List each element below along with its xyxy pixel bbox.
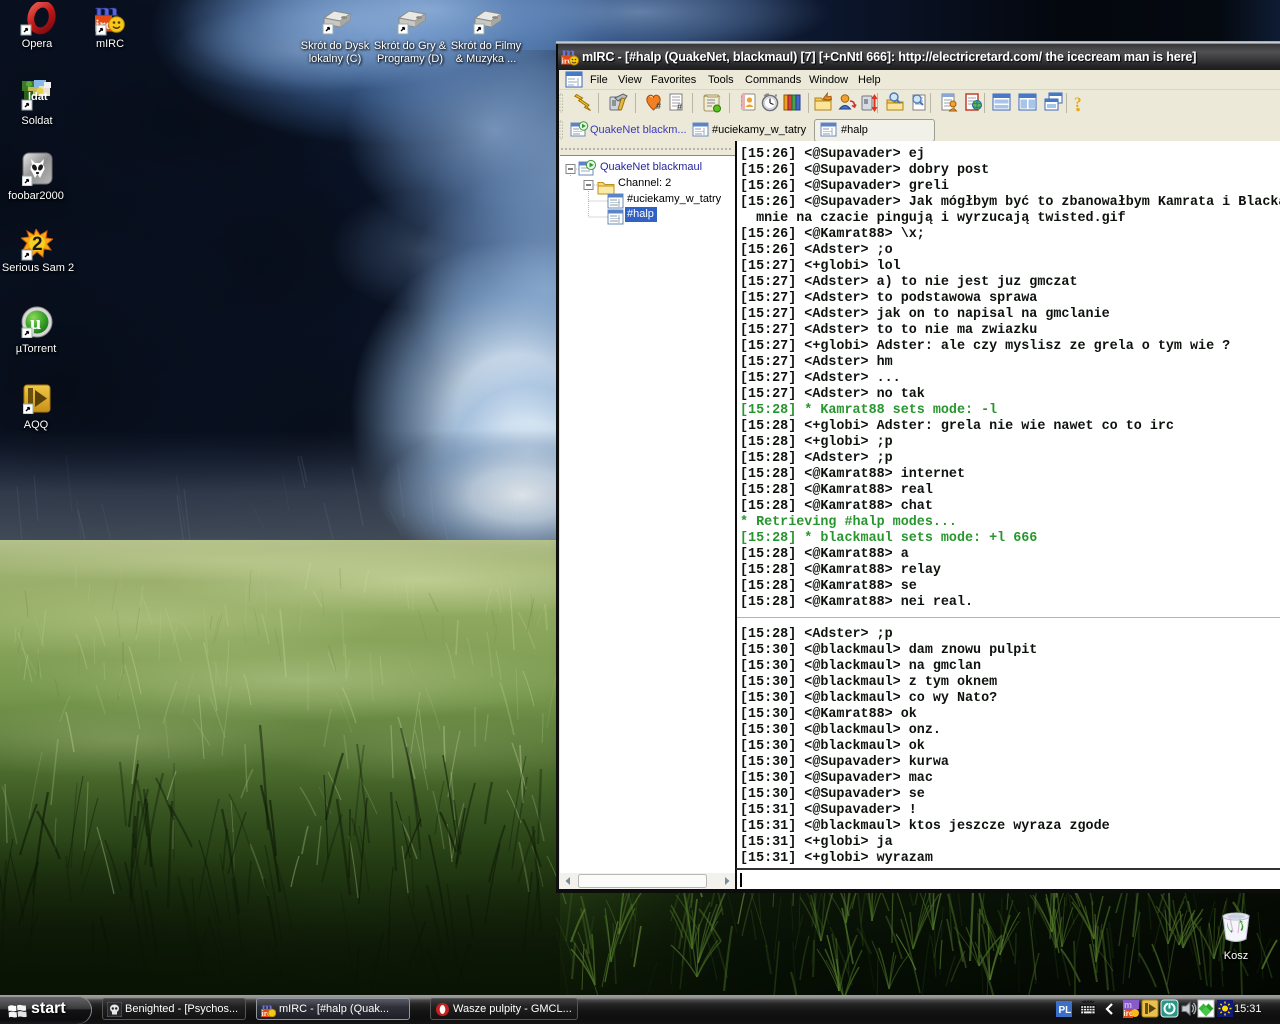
svg-text:#: # — [677, 102, 682, 112]
svg-text:2: 2 — [32, 234, 43, 255]
svg-text:#: # — [656, 101, 661, 111]
svg-text:PL: PL — [1059, 1005, 1072, 1016]
